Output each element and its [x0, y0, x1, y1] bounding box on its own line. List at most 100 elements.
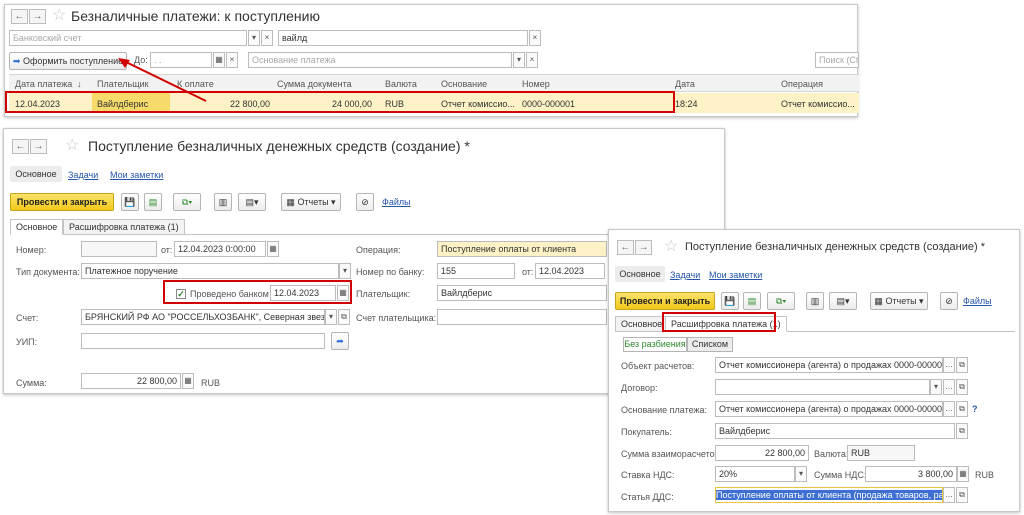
create-based-icon[interactable]: ⧉▾ [767, 292, 795, 310]
basis-select[interactable]: … [943, 401, 955, 417]
basis-open[interactable]: ⧉ [956, 401, 968, 417]
col-date[interactable]: Дата платежа [15, 79, 72, 89]
save-icon[interactable]: 💾 [121, 193, 139, 211]
sort-icon[interactable]: ↓ [77, 79, 82, 89]
payment-basis-field[interactable]: Основание платежа [248, 52, 512, 68]
vat-rate-dropdown[interactable]: ▾ [795, 466, 807, 482]
nav-tasks[interactable]: Задачи [68, 170, 98, 180]
files-link[interactable]: Файлы [382, 197, 411, 207]
calculator-icon[interactable]: ▦ [182, 373, 194, 389]
payment-basis-clear[interactable]: × [526, 52, 538, 68]
bank-number-field[interactable]: 155 [437, 263, 515, 279]
journal-icon[interactable]: ▥ [806, 292, 824, 310]
bank-account-field[interactable]: Банковский счет [9, 30, 247, 46]
bank-date-field[interactable]: 12.04.2023 [535, 263, 605, 279]
search-input[interactable]: вайлд [278, 30, 528, 46]
settle-sum-field[interactable]: 22 800,00 [715, 445, 809, 461]
buyer-field[interactable]: Вайлдберис [715, 423, 955, 439]
tab-main[interactable]: Основное [10, 219, 64, 235]
uip-fill-icon[interactable]: ➦ [331, 332, 349, 350]
object-select[interactable]: … [943, 357, 955, 373]
basis-field[interactable]: Отчет комиссионера (агента) о продажах 0… [715, 401, 943, 417]
journal-icon[interactable]: ▥ [214, 193, 232, 211]
document-title: Поступление безналичных денежных средств… [685, 241, 985, 253]
attachment-icon[interactable]: ⊘ [356, 193, 374, 211]
quick-search-input[interactable]: Поиск (Ctrl [815, 52, 859, 68]
files-link[interactable]: Файлы [963, 296, 992, 306]
search-clear[interactable]: × [529, 30, 541, 46]
bank-account-dropdown[interactable]: ▾ [248, 30, 260, 46]
uip-field[interactable] [81, 333, 325, 349]
number-field[interactable] [81, 241, 157, 257]
calendar-icon[interactable]: ▦ [267, 241, 279, 257]
back-button[interactable]: ← [617, 240, 634, 255]
contract-select[interactable]: … [943, 379, 955, 395]
nav-notes[interactable]: Мои заметки [709, 270, 762, 280]
operation-field[interactable]: Поступление оплаты от клиента [437, 241, 607, 257]
col-date2[interactable]: Дата [675, 79, 695, 89]
save-icon[interactable]: 💾 [721, 292, 739, 310]
col-basis[interactable]: Основание [441, 79, 487, 89]
favorite-star-icon[interactable]: ☆ [65, 135, 79, 155]
create-based-icon[interactable]: ⧉▾ [173, 193, 201, 211]
nav-notes[interactable]: Мои заметки [110, 170, 163, 180]
account-dropdown[interactable]: ▾ [325, 309, 337, 325]
dds-select[interactable]: … [943, 487, 955, 503]
reports-button[interactable]: ▦ Отчеты ▾ [281, 193, 341, 211]
col-doc-sum[interactable]: Сумма документа [277, 79, 352, 89]
as-list-toggle[interactable]: Списком [687, 337, 733, 352]
forward-button[interactable]: → [30, 139, 47, 154]
object-open[interactable]: ⧉ [956, 357, 968, 373]
contract-field[interactable] [715, 379, 930, 395]
print-icon[interactable]: ▤▾ [829, 292, 857, 310]
forward-button[interactable]: → [635, 240, 652, 255]
tab-main[interactable]: Основное [615, 316, 669, 332]
currency-field[interactable]: RUB [847, 445, 915, 461]
col-operation[interactable]: Операция [781, 79, 823, 89]
vat-rate-field[interactable]: 20% [715, 466, 795, 482]
doc-type-dropdown[interactable]: ▾ [339, 263, 351, 279]
favorite-star-icon[interactable]: ☆ [664, 236, 678, 256]
nav-tasks[interactable]: Задачи [670, 270, 700, 280]
account-field[interactable]: БРЯНСКИЙ РФ АО "РОССЕЛЬХОЗБАНК", Северна… [81, 309, 325, 325]
date-clear[interactable]: × [226, 52, 238, 68]
buyer-open[interactable]: ⧉ [956, 423, 968, 439]
payer-field[interactable]: Вайлдберис [437, 285, 607, 301]
back-button[interactable]: ← [12, 139, 29, 154]
favorite-star-icon[interactable]: ☆ [52, 5, 66, 25]
attachment-icon[interactable]: ⊘ [940, 292, 958, 310]
date-field[interactable]: 12.04.2023 0:00:00 [174, 241, 266, 257]
post-icon[interactable]: ▤ [743, 292, 761, 310]
col-currency[interactable]: Валюта [385, 79, 417, 89]
vat-currency: RUB [975, 470, 995, 480]
dds-value: Поступление оплаты от клиента (продажа т… [716, 490, 942, 500]
account-open[interactable]: ⧉ [338, 309, 350, 325]
object-field[interactable]: Отчет комиссионера (агента) о продажах 0… [715, 357, 943, 373]
vat-sum-field[interactable]: 3 800,00 [865, 466, 957, 482]
post-icon[interactable]: ▤ [144, 193, 162, 211]
reports-button[interactable]: ▦ Отчеты ▾ [870, 292, 928, 310]
bank-account-clear[interactable]: × [261, 30, 273, 46]
no-split-toggle[interactable]: Без разбиения [623, 337, 687, 352]
help-icon[interactable]: ? [972, 404, 978, 414]
nav-main[interactable]: Основное [615, 266, 665, 282]
col-number[interactable]: Номер [522, 79, 550, 89]
sum-field[interactable]: 22 800,00 [81, 373, 181, 389]
dds-open[interactable]: ⧉ [956, 487, 968, 503]
payment-basis-dropdown[interactable]: ▾ [513, 52, 525, 68]
contract-open[interactable]: ⧉ [956, 379, 968, 395]
payer-account-field[interactable] [437, 309, 607, 325]
contract-dropdown[interactable]: ▾ [930, 379, 942, 395]
calendar-icon[interactable]: ▦ [213, 52, 225, 68]
forward-button[interactable]: → [29, 9, 46, 24]
calculator-icon[interactable]: ▦ [957, 466, 969, 482]
doc-type-field[interactable]: Платежное поручение [81, 263, 339, 279]
post-and-close-button[interactable]: Провести и закрыть [615, 292, 715, 310]
dds-label: Статья ДДС: [621, 492, 674, 502]
print-icon[interactable]: ▤▾ [238, 193, 266, 211]
nav-main[interactable]: Основное [10, 166, 62, 182]
dds-field[interactable]: Поступление оплаты от клиента (продажа т… [715, 487, 943, 503]
tab-payment-decode[interactable]: Расшифровка платежа (1) [63, 219, 185, 235]
back-button[interactable]: ← [11, 9, 28, 24]
post-and-close-button[interactable]: Провести и закрыть [10, 193, 114, 211]
